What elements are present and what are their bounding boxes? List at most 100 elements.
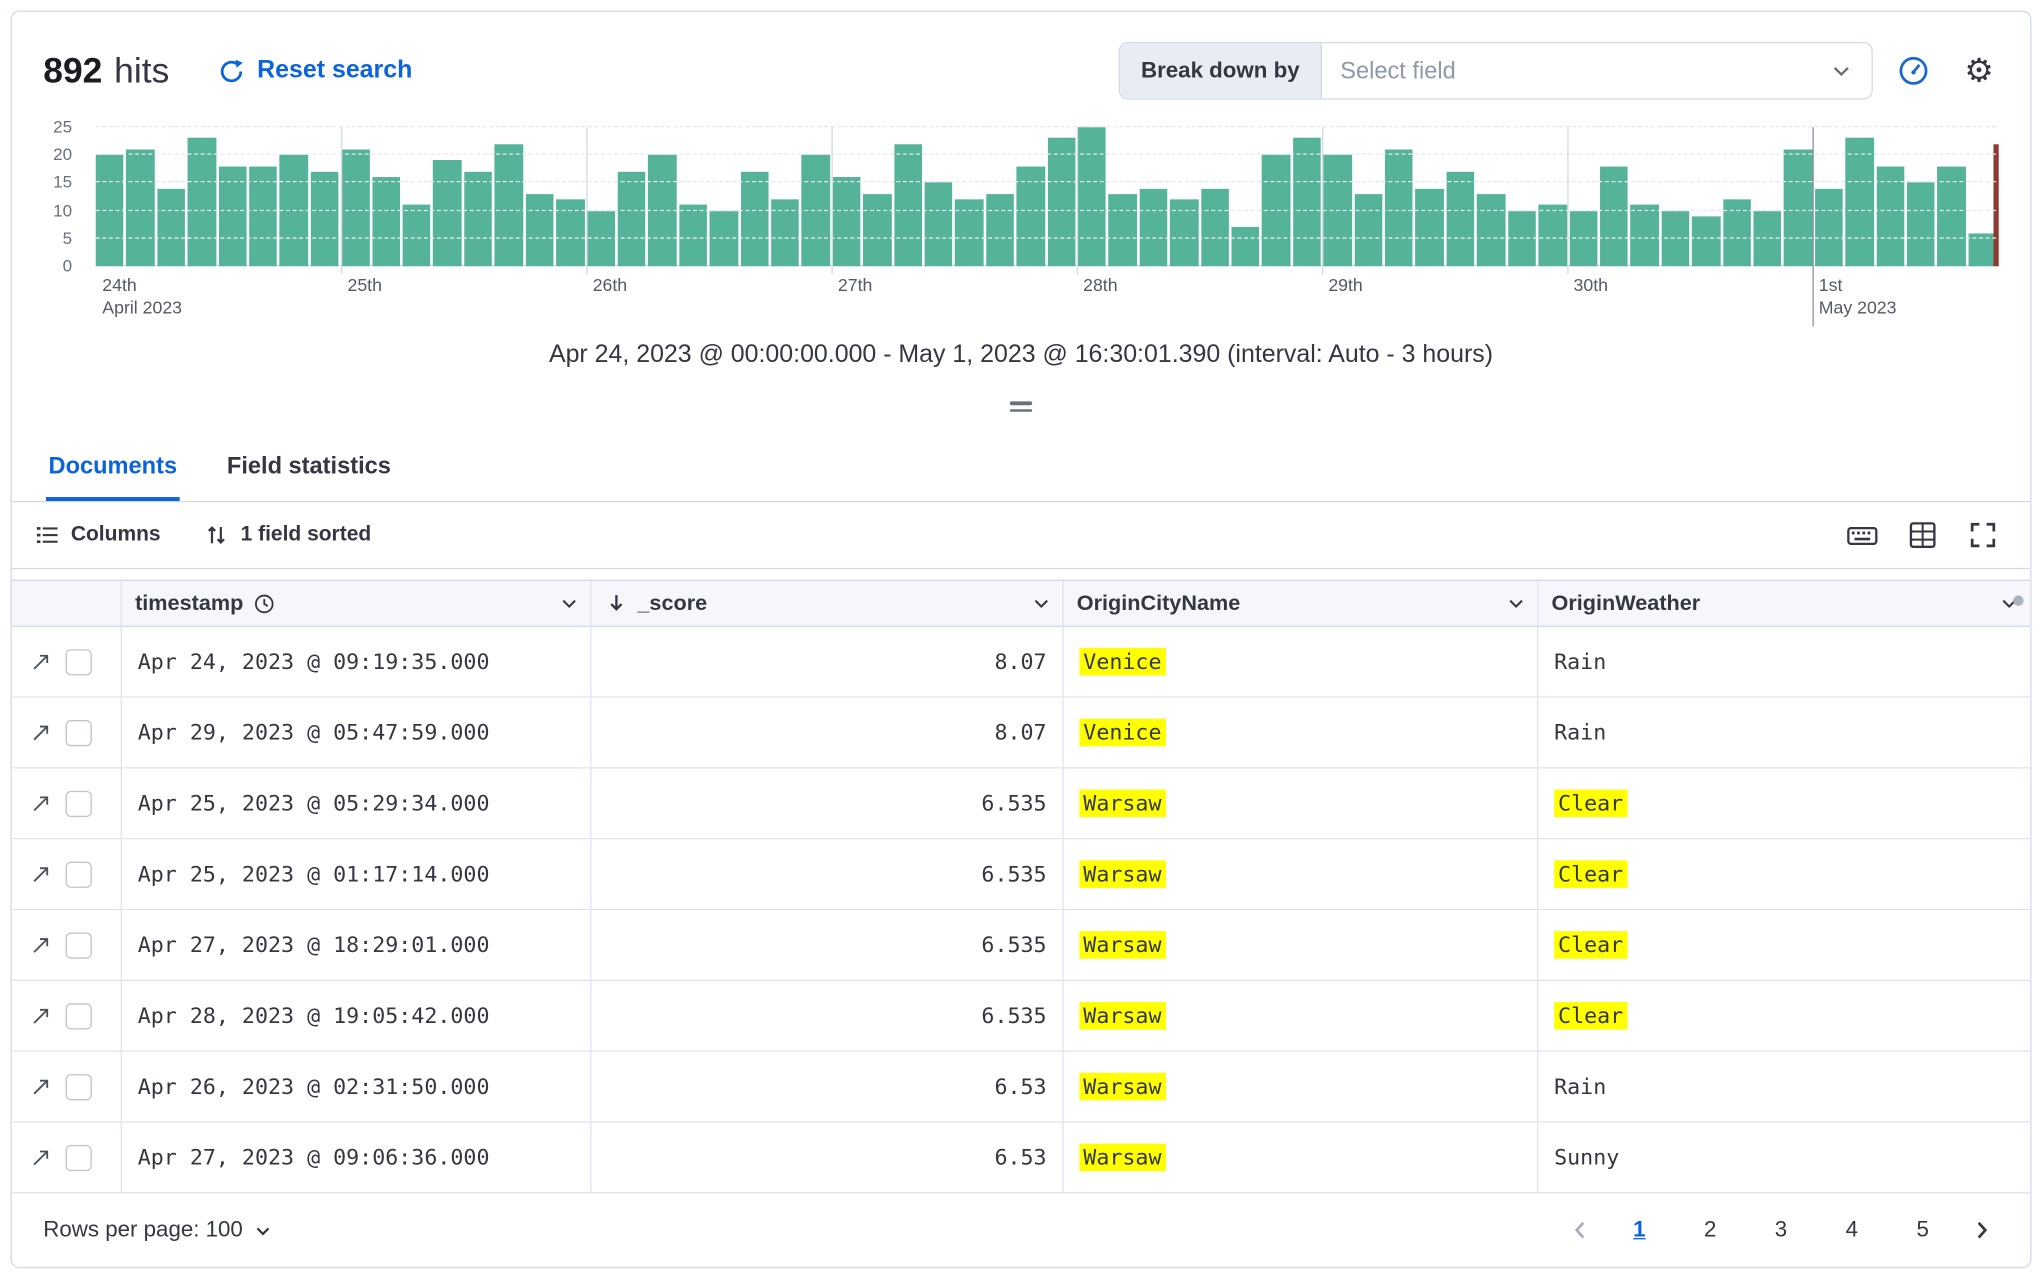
header-origin-weather[interactable]: OriginWeather — [1538, 581, 2030, 626]
x-tick-label: 24th April 2023 — [102, 275, 183, 318]
histogram-bar[interactable] — [464, 171, 493, 267]
histogram-bar[interactable] — [1354, 193, 1383, 267]
tab-documents[interactable]: Documents — [45, 434, 180, 501]
current-time-marker — [1993, 143, 1999, 267]
reset-search-button[interactable]: Reset search — [219, 56, 412, 85]
histogram-bar[interactable] — [402, 205, 431, 267]
row-checkbox[interactable] — [65, 1002, 92, 1029]
histogram-bar[interactable] — [985, 193, 1015, 267]
histogram-bar[interactable] — [1292, 138, 1322, 267]
page-button-2[interactable]: 2 — [1687, 1211, 1734, 1250]
histogram-bar[interactable] — [678, 205, 708, 267]
histogram-bar[interactable] — [525, 193, 554, 267]
header-origin-city[interactable]: OriginCityName — [1064, 580, 1539, 626]
row-checkbox[interactable] — [65, 1144, 92, 1171]
histogram-bar[interactable] — [863, 193, 892, 267]
histogram-bar[interactable] — [1078, 127, 1107, 267]
histogram-bar[interactable] — [187, 138, 216, 267]
expand-document-button[interactable] — [30, 793, 51, 814]
row-checkbox[interactable] — [65, 1073, 92, 1100]
expand-document-button[interactable] — [30, 1147, 51, 1168]
expand-document-button[interactable] — [30, 722, 51, 743]
histogram-bar[interactable] — [893, 143, 922, 267]
row-checkbox[interactable] — [65, 648, 92, 675]
histogram-bar[interactable] — [1415, 188, 1444, 267]
next-page-button[interactable] — [1962, 1211, 2001, 1250]
timestamp-menu-button[interactable] — [559, 593, 580, 614]
histogram-plot[interactable] — [95, 125, 1999, 327]
tab-field-statistics[interactable]: Field statistics — [224, 434, 393, 501]
chart-options-button[interactable]: ⚙ — [1954, 46, 2004, 96]
refresh-icon — [220, 58, 243, 82]
histogram-bar[interactable] — [1385, 149, 1414, 267]
keyboard-icon — [1847, 526, 1878, 545]
previous-page-button[interactable] — [1561, 1211, 1600, 1250]
histogram-bar[interactable] — [1630, 205, 1659, 267]
keyboard-shortcuts-button[interactable] — [1839, 514, 1886, 556]
cell-score: 6.53 — [591, 1051, 1064, 1122]
edit-visualization-button[interactable] — [1889, 46, 1939, 96]
score-menu-button[interactable] — [1031, 593, 1052, 614]
rows-per-page-label: Rows per page: 100 — [43, 1217, 243, 1242]
row-checkbox[interactable] — [65, 719, 92, 746]
expand-document-button[interactable] — [30, 1076, 51, 1097]
histogram-bar[interactable] — [1477, 193, 1506, 267]
row-checkbox[interactable] — [65, 860, 92, 888]
expand-icon — [33, 724, 49, 740]
hits-count: 892 — [43, 50, 103, 90]
histogram-bar[interactable] — [1691, 216, 1721, 267]
histogram-bar[interactable] — [832, 177, 861, 267]
x-tick-label: 25th — [347, 275, 382, 296]
histogram-bar[interactable] — [494, 143, 523, 267]
expand-icon — [33, 795, 49, 811]
histogram-bar[interactable] — [1139, 188, 1168, 267]
table-header-row: timestamp _score OriginCityName OriginWe… — [11, 579, 2031, 627]
histogram-bar[interactable] — [157, 188, 186, 267]
histogram-bar[interactable] — [740, 171, 769, 267]
fullscreen-button[interactable] — [1959, 514, 2006, 556]
origin-city-menu-button[interactable] — [1506, 593, 1527, 614]
page-button-1[interactable]: 1 — [1616, 1211, 1663, 1250]
histogram-bar[interactable] — [1446, 171, 1475, 267]
histogram-bar[interactable] — [617, 171, 646, 267]
histogram-bar[interactable] — [433, 160, 462, 267]
y-tick-label: 5 — [62, 227, 73, 248]
break-down-select[interactable]: Select field — [1322, 43, 1872, 98]
histogram-bar[interactable] — [924, 182, 953, 267]
expand-document-button[interactable] — [30, 864, 51, 885]
histogram-bar[interactable] — [341, 149, 370, 267]
expand-document-button[interactable] — [30, 651, 51, 672]
histogram-bar[interactable] — [1845, 138, 1874, 267]
header-timestamp[interactable]: timestamp — [122, 580, 592, 626]
display-options-button[interactable] — [1899, 514, 1946, 556]
row-checkbox[interactable] — [65, 790, 92, 817]
histogram-bar[interactable] — [126, 149, 155, 267]
row-checkbox[interactable] — [65, 931, 92, 959]
expand-document-button[interactable] — [30, 1005, 51, 1026]
histogram-bar[interactable] — [1784, 149, 1813, 267]
histogram-bar[interactable] — [1906, 182, 1935, 267]
page-button-3[interactable]: 3 — [1757, 1211, 1804, 1250]
expand-document-button[interactable] — [30, 934, 51, 955]
histogram-bar[interactable] — [1200, 188, 1229, 267]
rows-per-page-button[interactable]: Rows per page: 100 — [43, 1217, 273, 1243]
cell-weather-value: Clear — [1554, 931, 1628, 959]
vertical-scrollbar-thumb[interactable] — [2013, 595, 2024, 606]
histogram-bar[interactable] — [310, 171, 339, 267]
histogram-bar[interactable] — [1108, 193, 1137, 267]
grid-toolbar-right — [1839, 514, 2007, 556]
sort-fields-button[interactable]: 1 field sorted — [205, 523, 371, 547]
cell-score: 6.535 — [591, 981, 1064, 1051]
sort-label: 1 field sorted — [240, 523, 372, 546]
sort-icon — [208, 526, 226, 545]
columns-button[interactable]: Columns — [35, 523, 161, 547]
page-button-5[interactable]: 5 — [1899, 1211, 1946, 1250]
histogram-bar[interactable] — [1047, 138, 1076, 267]
histogram-bar[interactable] — [372, 177, 401, 267]
histogram-bar[interactable] — [1538, 205, 1567, 267]
header-score[interactable]: _score — [591, 580, 1064, 626]
page-button-4[interactable]: 4 — [1828, 1211, 1875, 1250]
histogram-bar[interactable] — [1814, 188, 1843, 267]
chart-resize-handle[interactable] — [999, 396, 1042, 417]
histogram-bar[interactable] — [1231, 227, 1260, 267]
